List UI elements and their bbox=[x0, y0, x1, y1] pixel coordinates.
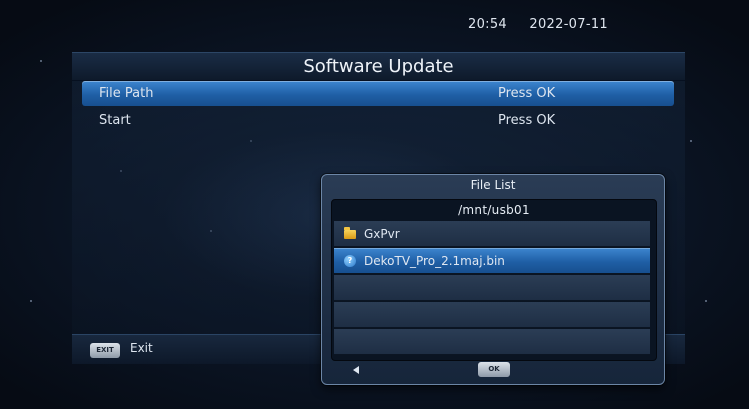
dialog-footer: OK bbox=[322, 362, 664, 378]
menu-item-file-path[interactable]: File Path Press OK bbox=[82, 81, 674, 106]
menu-item-value: Press OK bbox=[498, 86, 556, 101]
left-arrow-icon[interactable] bbox=[353, 366, 359, 374]
menu-item-label: File Path bbox=[99, 86, 154, 101]
empty-file-row bbox=[334, 275, 650, 301]
ok-key-icon[interactable]: OK bbox=[478, 362, 510, 377]
window-title-bar: Software Update bbox=[72, 52, 685, 81]
tv-screen: 20:54 2022-07-11 Software Update File Pa… bbox=[0, 0, 749, 409]
menu-item-value: Press OK bbox=[498, 113, 556, 128]
empty-file-row bbox=[334, 302, 650, 328]
file-list-dialog: File List /mnt/usb01 GxPvr ? DekoTV_Pro_… bbox=[321, 174, 665, 385]
dialog-title: File List bbox=[470, 178, 516, 192]
empty-file-row bbox=[334, 329, 650, 355]
file-name: DekoTV_Pro_2.1maj.bin bbox=[364, 254, 505, 268]
exit-label: Exit bbox=[130, 341, 153, 355]
file-name: GxPvr bbox=[364, 227, 400, 241]
menu-item-label: Start bbox=[99, 113, 131, 128]
current-path: /mnt/usb01 bbox=[458, 203, 530, 217]
time-display: 20:54 bbox=[468, 17, 507, 32]
date-display: 2022-07-11 bbox=[529, 17, 608, 32]
exit-key-icon[interactable]: EXIT bbox=[90, 343, 120, 358]
file-list: /mnt/usb01 GxPvr ? DekoTV_Pro_2.1maj.bin bbox=[331, 199, 657, 361]
folder-icon bbox=[344, 227, 356, 239]
unknown-file-icon: ? bbox=[344, 255, 356, 267]
file-row-gxpvr[interactable]: GxPvr bbox=[334, 221, 650, 247]
clock: 20:54 2022-07-11 bbox=[468, 17, 608, 32]
menu-item-start[interactable]: Start Press OK bbox=[82, 108, 674, 133]
page-title: Software Update bbox=[303, 56, 454, 77]
file-row-firmware[interactable]: ? DekoTV_Pro_2.1maj.bin bbox=[334, 248, 650, 274]
